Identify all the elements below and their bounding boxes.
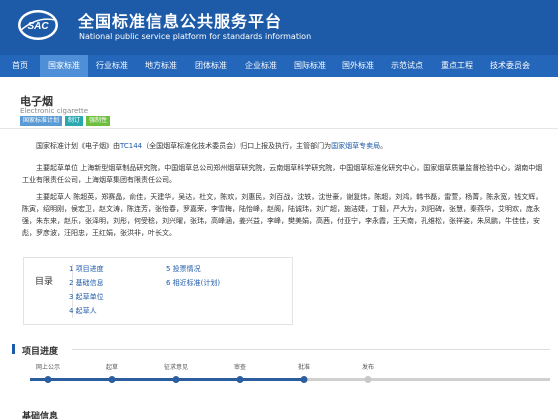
- progress-step-dot: [172, 376, 180, 383]
- progress-step-dot: [364, 376, 372, 383]
- toc-title: 目录: [35, 277, 54, 287]
- progress-step-dot: [108, 376, 116, 383]
- status-badge: 国家标准计划: [20, 116, 63, 126]
- nav-item-4[interactable]: 团体标准: [186, 55, 236, 77]
- status-tags: 国家标准计划 制订 强制性: [20, 116, 111, 126]
- nav-item-9[interactable]: 重点工程: [432, 55, 482, 77]
- progress-step-label: 起草: [105, 364, 119, 371]
- toc-item-related-standards[interactable]: 6 相近标准(计划): [166, 278, 220, 288]
- drafting-units-paragraph: 主要起草单位 上海新型烟草制品研究院，中国烟草总公司郑州烟草研究院，云南烟草科学…: [22, 164, 543, 184]
- nav-item-1[interactable]: 国家标准: [40, 55, 88, 77]
- progress-section-title: 项目进度: [22, 347, 59, 357]
- drafters-paragraph: 主要起草人 陈超英，郑赛晶，俞佳，天建华，吴达，杜文，陈欢，刘惠民，刘百战，沈轶…: [22, 193, 543, 237]
- main-nav: 首页 国家标准 行业标准 地方标准 团体标准 企业标准 国际标准 国外标准 示范试点 重点工程 技术…: [0, 55, 558, 77]
- status-badge: 制订: [65, 116, 84, 126]
- site-subtitle: National public service platform for sta…: [79, 32, 312, 41]
- nav-item-5[interactable]: 企业标准: [236, 55, 286, 77]
- toc-item-drafting-units[interactable]: 3 起草单位: [69, 292, 104, 302]
- department-link[interactable]: 国家烟草专卖局: [331, 142, 380, 150]
- progress-fill: [30, 378, 304, 381]
- tc-link[interactable]: TC144: [120, 142, 142, 150]
- toc-item-progress[interactable]: 1 项目进度: [69, 264, 104, 274]
- progress-timeline: 网上公示 起草 征求意见 审查 批准 发布: [20, 362, 557, 402]
- nav-item-10[interactable]: 技术委员会: [482, 55, 538, 77]
- status-badge: 强制性: [86, 116, 111, 126]
- sac-logo[interactable]: SAC: [17, 8, 59, 42]
- section-rule: [72, 349, 550, 350]
- toc-item-drafters[interactable]: 4 起草人: [69, 306, 97, 316]
- nav-item-3[interactable]: 地方标准: [136, 55, 186, 77]
- section-marker: [12, 344, 15, 354]
- progress-step-label: 征求意见: [163, 364, 189, 371]
- progress-step-dot: [300, 376, 308, 383]
- english-title: Electronic cigarette: [20, 107, 89, 115]
- site-title: 全国标准信息公共服务平台: [78, 12, 283, 31]
- nav-item-2[interactable]: 行业标准: [88, 55, 136, 77]
- divider: [0, 128, 558, 129]
- toc-item-basic-info[interactable]: 2 基础信息: [69, 278, 104, 288]
- progress-step-label: 审查: [233, 364, 247, 371]
- progress-step-dot: [236, 376, 244, 383]
- site-header: SAC 全国标准信息公共服务平台 National public service…: [0, 0, 558, 55]
- progress-step-label: 发布: [361, 364, 375, 371]
- basic-info-section-title: 基础信息: [22, 412, 59, 419]
- intro-text-mid: （全国烟草标准化技术委员会）归口上报及执行，主管部门为: [142, 142, 332, 150]
- toc-item-voting[interactable]: 5 投票情况: [166, 264, 201, 274]
- progress-step-dot: [44, 376, 52, 383]
- nav-item-6[interactable]: 国际标准: [286, 55, 334, 77]
- progress-step-label: 批准: [297, 364, 311, 371]
- intro-paragraph: 国家标准计划《电子烟》由TC144（全国烟草标准化技术委员会）归口上报及执行，主…: [22, 140, 548, 152]
- table-of-contents: 目录 1 项目进度 2 基础信息 3 起草单位 4 起草人 5 投票情况 6 相…: [23, 257, 293, 325]
- intro-text: 国家标准计划《电子烟》由: [36, 142, 120, 150]
- nav-item-8[interactable]: 示范试点: [382, 55, 432, 77]
- nav-item-7[interactable]: 国外标准: [334, 55, 382, 77]
- progress-step-label: 网上公示: [35, 364, 61, 371]
- nav-item-0[interactable]: 首页: [0, 55, 40, 77]
- logo-text: SAC: [27, 21, 49, 32]
- intro-text-end: 。: [380, 142, 388, 150]
